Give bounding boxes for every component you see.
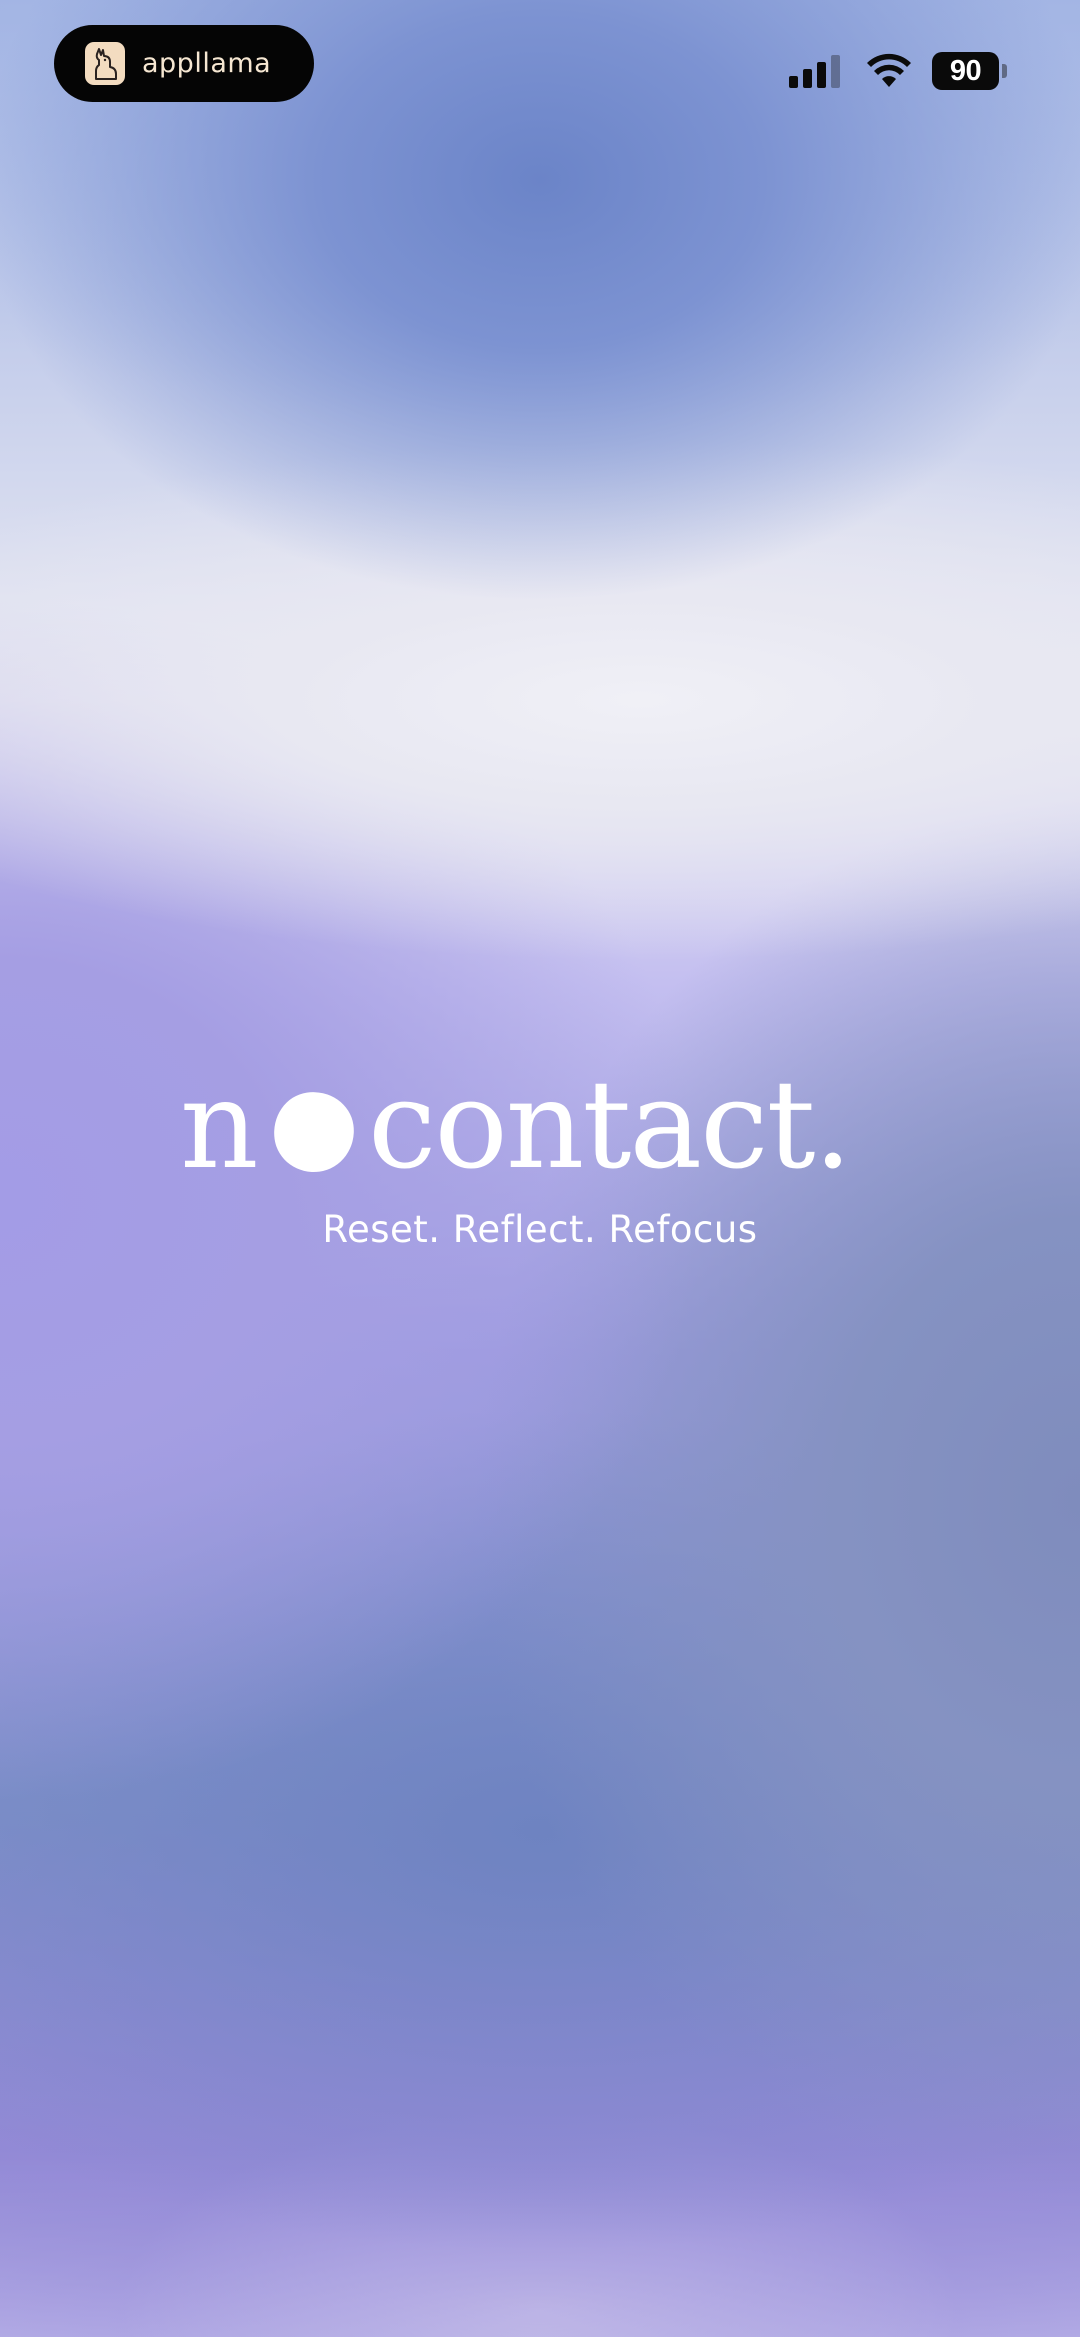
app-logo: n contact.: [0, 1050, 1080, 1200]
battery-level: 90: [949, 54, 982, 87]
wifi-icon: [867, 53, 911, 87]
battery-icon: 90: [932, 52, 1008, 90]
splash-screen: appllama 90 n contact. Reset. Reflect. R…: [0, 0, 1080, 2337]
logo-text-rest: contact.: [368, 1054, 852, 1196]
status-bar: 90: [0, 50, 1080, 94]
logo-o-blob: [268, 1086, 360, 1178]
logo-text-first: n: [180, 1054, 259, 1196]
cellular-signal-icon: [789, 55, 840, 88]
tagline: Reset. Reflect. Refocus: [322, 1208, 758, 1251]
